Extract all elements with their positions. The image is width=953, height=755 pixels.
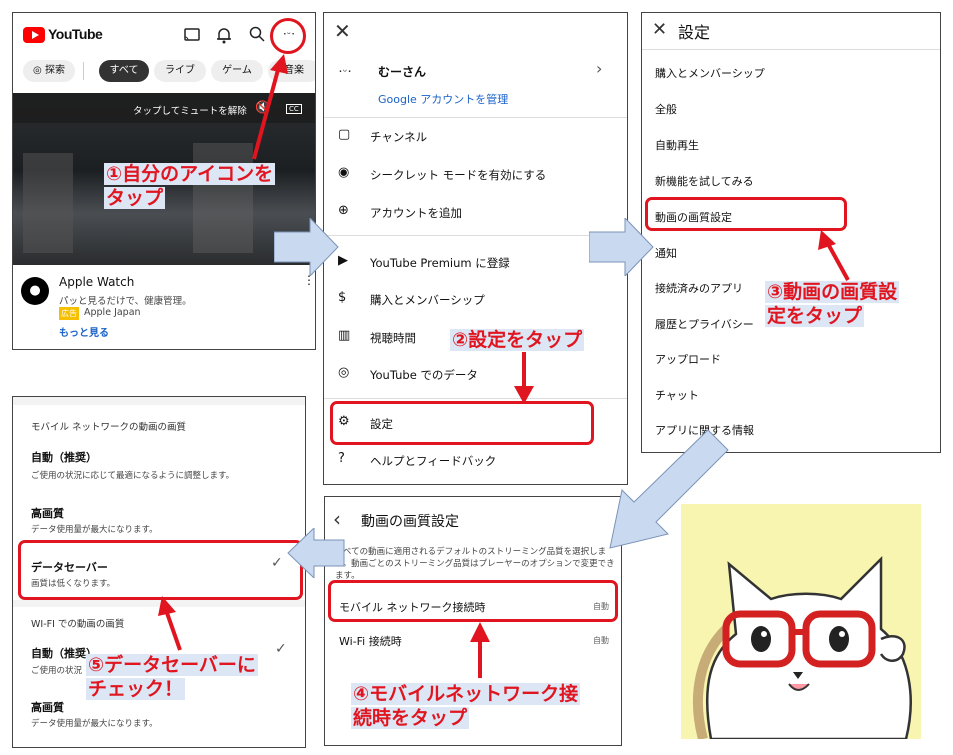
dollar-icon: $ xyxy=(338,290,347,305)
callout-arrow-1 xyxy=(252,54,288,160)
ad-row[interactable]: ● Apple Watch パッと見るだけで、健康管理。 広告 Apple Ja… xyxy=(13,269,315,349)
chip-live[interactable]: ライブ xyxy=(154,60,206,82)
data-saver-highlight xyxy=(18,540,303,600)
divider xyxy=(324,117,627,118)
callout-arrow-3 xyxy=(818,230,850,281)
panel-settings: ✕ 設定 購入とメンバーシップ 全般 自動再生 新機能を試してみる 動画の画質設… xyxy=(641,12,941,453)
flow-arrow-4 xyxy=(287,528,345,578)
wifi-row-label[interactable]: Wi-Fi 接続時 xyxy=(339,633,402,649)
video-quality-highlight xyxy=(645,197,847,231)
bar-chart-icon: ▥ xyxy=(338,328,351,343)
option2-auto-desc: ご使用の状況 xyxy=(31,666,83,676)
cast-icon[interactable] xyxy=(183,27,201,43)
wifi-row-value: 自動 xyxy=(593,636,609,645)
page-title: 設定 xyxy=(678,23,711,42)
ad-more-link[interactable]: もっと見る xyxy=(59,324,109,339)
menu-item-purchases[interactable]: $ 購入とメンバーシップ xyxy=(324,288,627,314)
settings-item-purchases[interactable]: 購入とメンバーシップ xyxy=(655,65,765,81)
mobile-network-highlight xyxy=(328,580,618,622)
section-heading: モバイル ネットワークの動画の画質 xyxy=(31,422,187,433)
compass-icon: ◎ xyxy=(33,65,42,76)
section-heading-wifi: WI-FI での動画の画質 xyxy=(31,619,125,630)
settings-item-try-new[interactable]: 新機能を試してみる xyxy=(655,173,754,189)
manage-account-link[interactable]: Google アカウントを管理 xyxy=(378,91,508,107)
ad-title: Apple Watch xyxy=(59,275,135,289)
page-title: 動画の画質設定 xyxy=(361,514,459,530)
brand-label: YouTube xyxy=(48,26,103,42)
checkmark-icon: ✓ xyxy=(275,641,287,657)
incognito-icon: ◉ xyxy=(338,165,350,180)
chip-explore[interactable]: ◎ 探索 xyxy=(23,60,75,82)
option-auto[interactable]: 自動（推奨） xyxy=(31,449,97,465)
option2-high[interactable]: 高画質 xyxy=(31,699,64,715)
settings-item-chat[interactable]: チャット xyxy=(655,387,699,403)
settings-item-uploads[interactable]: アップロード xyxy=(655,351,721,367)
callout-2: ②設定をタップ xyxy=(450,329,585,351)
callout-5: ⑤データセーバーに チェック！ xyxy=(86,654,258,700)
ad-advertiser: Apple Japan xyxy=(84,307,141,318)
cat-illustration xyxy=(681,504,921,739)
chip-divider xyxy=(83,62,84,80)
video-scene xyxy=(23,153,73,253)
callout-arrow-4 xyxy=(470,622,490,678)
help-icon: ? xyxy=(338,451,345,466)
callout-4: ④モバイルネットワーク接 続時をタップ xyxy=(351,683,581,729)
person-icon: ▢ xyxy=(338,127,351,142)
shield-person-icon: ◎ xyxy=(338,365,350,380)
youtube-logo[interactable]: YouTube xyxy=(23,25,103,45)
settings-highlight xyxy=(330,401,594,445)
settings-item-history-privacy[interactable]: 履歴とプライバシー xyxy=(655,316,754,332)
search-icon[interactable] xyxy=(249,26,265,42)
divider xyxy=(324,398,627,399)
settings-item-notifications[interactable]: 通知 xyxy=(655,245,677,261)
settings-item-general[interactable]: 全般 xyxy=(655,101,677,117)
menu-item-your-data[interactable]: ◎ YouTube でのデータ xyxy=(324,363,627,389)
callout-3: ③動画の画質設 定をタップ xyxy=(765,281,900,327)
callout-arrow-5 xyxy=(158,596,182,651)
apple-logo-icon: ● xyxy=(21,277,49,305)
close-icon[interactable]: ✕ xyxy=(652,19,667,40)
menu-item-channel[interactable]: ▢ チャンネル xyxy=(324,125,627,151)
flow-arrow-1 xyxy=(274,218,339,276)
settings-item-autoplay[interactable]: 自動再生 xyxy=(655,137,699,153)
user-name: むーさん xyxy=(378,65,427,79)
callout-1: ①自分のアイコンを タップ xyxy=(104,163,276,209)
menu-item-help[interactable]: ? ヘルプとフィードバック xyxy=(324,449,627,475)
menu-item-add-account[interactable]: ⊕ アカウントを追加 xyxy=(324,201,627,227)
cat-with-glasses-icon xyxy=(693,555,912,739)
chip-all[interactable]: すべて xyxy=(99,60,149,82)
ad-badge: 広告 xyxy=(59,307,79,320)
option-high[interactable]: 高画質 xyxy=(31,505,64,521)
option-auto-desc: ご使用の状況に応じて最適になるように調整します。 xyxy=(31,471,235,481)
menu-item-incognito[interactable]: ◉ シークレット モードを有効にする xyxy=(324,163,627,189)
avatar-highlight xyxy=(270,18,306,54)
bell-icon[interactable] xyxy=(216,26,232,44)
flow-arrow-2 xyxy=(589,218,654,276)
youtube-play-icon xyxy=(23,27,45,43)
chevron-right-icon[interactable]: › xyxy=(596,59,602,78)
settings-item-connected-apps[interactable]: 接続済みのアプリ xyxy=(655,280,743,296)
mute-hint: タップしてミュートを解除 xyxy=(133,106,247,117)
callout-arrow-2 xyxy=(514,352,534,404)
quality-description: すべての動画に適用されるデフォルトのストリーミング品質を選択します。動画ごとのス… xyxy=(335,547,615,581)
ad-description: パッと見るだけで、健康管理。 xyxy=(59,296,192,307)
menu-item-premium[interactable]: ▶ YouTube Premium に登録 xyxy=(324,251,627,277)
divider xyxy=(642,49,940,50)
close-icon[interactable]: ✕ xyxy=(334,19,351,43)
add-person-icon: ⊕ xyxy=(338,203,349,218)
divider xyxy=(324,235,627,236)
option-high-desc: データ使用量が最大になります。 xyxy=(31,525,158,535)
avatar: ･ᵕ･ xyxy=(338,67,353,78)
option2-high-desc: データ使用量が最大になります。 xyxy=(31,719,158,729)
